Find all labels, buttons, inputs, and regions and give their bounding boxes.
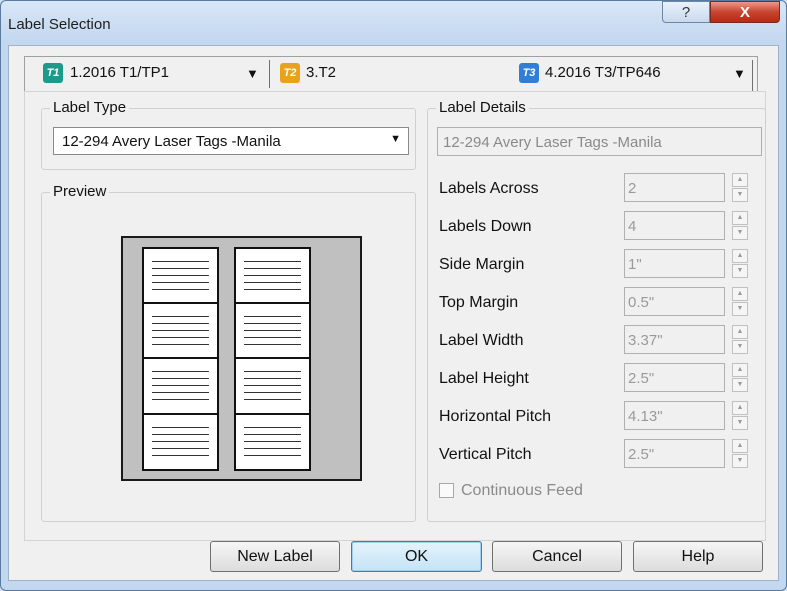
preview-legend: Preview — [50, 183, 110, 200]
side-margin-value: 1" — [628, 256, 642, 273]
label-type-legend: Label Type — [50, 99, 130, 116]
label-preview-cell — [234, 302, 311, 360]
label-sheet-preview — [121, 236, 362, 481]
continuous-feed-label: Continuous Feed — [461, 482, 583, 499]
spin-down-icon: ▼ — [732, 454, 748, 468]
label-type-select[interactable]: 12-294 Avery Laser Tags -Manila ▼ — [53, 127, 409, 155]
labels-down-value: 4 — [628, 218, 637, 235]
field-label-horizontal-pitch: Horizontal Pitch — [439, 408, 552, 425]
label-preview-cell — [234, 357, 311, 415]
ok-button[interactable]: OK — [351, 541, 482, 572]
labels-down-input: 4 — [624, 211, 725, 240]
spin-up-icon: ▲ — [732, 401, 748, 415]
spin-up-icon: ▲ — [732, 173, 748, 187]
tab-separator — [269, 60, 270, 88]
tab-2-badge-icon: T2 — [280, 63, 300, 83]
spin-down-icon: ▼ — [732, 378, 748, 392]
tab-1-dropdown-arrow-icon[interactable]: ▼ — [246, 66, 259, 81]
label-height-value: 2.5" — [628, 370, 655, 387]
spin-up-icon: ▲ — [732, 211, 748, 225]
label-width-value: 3.37" — [628, 332, 663, 349]
label-height-spinner: ▲ ▼ — [732, 363, 748, 392]
field-label-labels-across: Labels Across — [439, 180, 539, 197]
label-height-input: 2.5" — [624, 363, 725, 392]
labels-down-spinner: ▲ ▼ — [732, 211, 748, 240]
top-margin-spinner: ▲ ▼ — [732, 287, 748, 316]
spin-down-icon: ▼ — [732, 302, 748, 316]
field-label-label-height: Label Height — [439, 370, 529, 387]
horizontal-pitch-value: 4.13" — [628, 408, 663, 425]
label-type-selected: 12-294 Avery Laser Tags -Manila — [62, 133, 281, 150]
tab-separator — [752, 60, 753, 92]
label-details-legend: Label Details — [436, 99, 529, 116]
spin-down-icon: ▼ — [732, 416, 748, 430]
chevron-down-icon: ▼ — [390, 133, 401, 145]
side-margin-spinner: ▲ ▼ — [732, 249, 748, 278]
top-margin-value: 0.5" — [628, 294, 655, 311]
tab-3-label[interactable]: 4.2016 T3/TP646 — [545, 64, 661, 81]
label-preview-cell — [142, 247, 219, 305]
close-button[interactable]: X — [710, 1, 780, 23]
label-preview-cell — [142, 413, 219, 471]
field-label-labels-down: Labels Down — [439, 218, 532, 235]
continuous-feed-checkbox — [439, 483, 454, 498]
window-title: Label Selection — [8, 16, 111, 33]
help-button[interactable]: Help — [633, 541, 763, 572]
spin-up-icon: ▲ — [732, 363, 748, 377]
spin-down-icon: ▼ — [732, 264, 748, 278]
tab-1-badge-icon: T1 — [43, 63, 63, 83]
vertical-pitch-input: 2.5" — [624, 439, 725, 468]
label-preview-cell — [142, 357, 219, 415]
spin-up-icon: ▲ — [732, 249, 748, 263]
label-preview-cell — [234, 413, 311, 471]
spin-up-icon: ▲ — [732, 439, 748, 453]
tab-2-label[interactable]: 3.T2 — [306, 64, 336, 81]
label-name-value: 12-294 Avery Laser Tags -Manila — [443, 134, 662, 151]
labels-across-input: 2 — [624, 173, 725, 202]
tab-3-dropdown-arrow-icon[interactable]: ▼ — [733, 66, 746, 81]
label-width-spinner: ▲ ▼ — [732, 325, 748, 354]
tab-1-label[interactable]: 1.2016 T1/TP1 — [70, 64, 169, 81]
horizontal-pitch-input: 4.13" — [624, 401, 725, 430]
spin-up-icon: ▲ — [732, 287, 748, 301]
field-label-label-width: Label Width — [439, 332, 524, 349]
labels-across-spinner: ▲ ▼ — [732, 173, 748, 202]
field-label-top-margin: Top Margin — [439, 294, 519, 311]
spin-down-icon: ▼ — [732, 226, 748, 240]
help-title-button[interactable]: ? — [662, 1, 710, 23]
field-label-side-margin: Side Margin — [439, 256, 525, 273]
label-preview-cell — [142, 302, 219, 360]
tab-3-badge-icon: T3 — [519, 63, 539, 83]
spin-down-icon: ▼ — [732, 188, 748, 202]
label-width-input: 3.37" — [624, 325, 725, 354]
top-margin-input: 0.5" — [624, 287, 725, 316]
horizontal-pitch-spinner: ▲ ▼ — [732, 401, 748, 430]
new-label-button[interactable]: New Label — [210, 541, 340, 572]
cancel-button[interactable]: Cancel — [492, 541, 622, 572]
side-margin-input: 1" — [624, 249, 725, 278]
spin-down-icon: ▼ — [732, 340, 748, 354]
spin-up-icon: ▲ — [732, 325, 748, 339]
labels-across-value: 2 — [628, 180, 637, 197]
label-name-field: 12-294 Avery Laser Tags -Manila — [437, 127, 762, 156]
vertical-pitch-value: 2.5" — [628, 446, 655, 463]
field-label-vertical-pitch: Vertical Pitch — [439, 446, 532, 463]
label-preview-cell — [234, 247, 311, 305]
vertical-pitch-spinner: ▲ ▼ — [732, 439, 748, 468]
